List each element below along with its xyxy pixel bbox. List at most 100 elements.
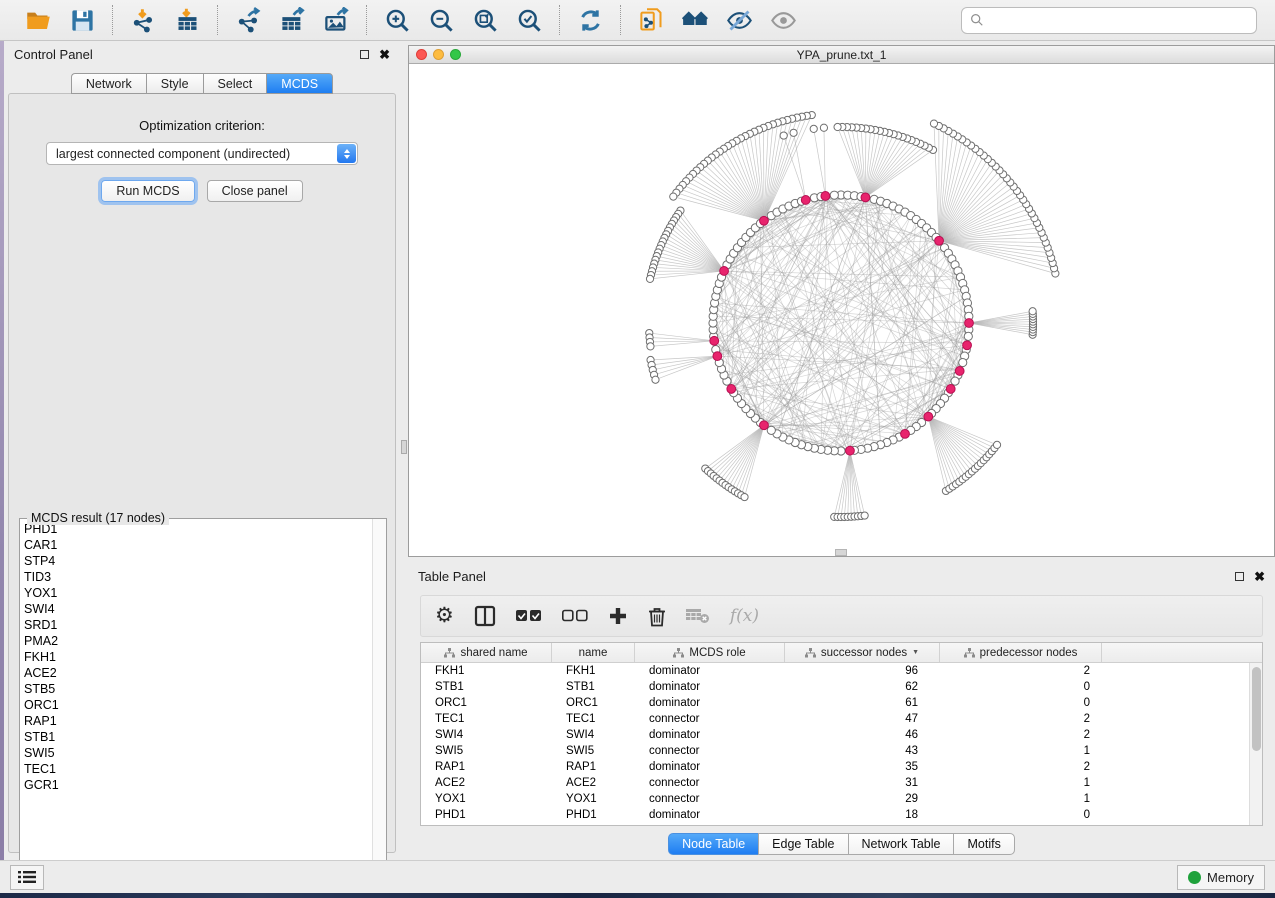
mcds-result-item[interactable]: RAP1 (24, 713, 372, 729)
clone-network-button[interactable] (631, 3, 671, 37)
tab-node-table[interactable]: Node Table (668, 833, 758, 855)
table-cell: SWI5 (552, 745, 635, 757)
close-table-panel-icon[interactable]: ✖ (1254, 572, 1265, 581)
table-row[interactable]: ACE2ACE2connector311 (421, 775, 1249, 791)
columns-icon[interactable] (474, 601, 496, 631)
table-row[interactable]: FKH1FKH1dominator962 (421, 663, 1249, 679)
first-neighbors-button[interactable] (675, 3, 715, 37)
table-cell: PHD1 (552, 809, 635, 821)
tab-select[interactable]: Select (203, 73, 267, 94)
table-row[interactable]: SWI5SWI5connector431 (421, 743, 1249, 759)
toolbar-separator (217, 5, 218, 35)
mcds-result-item[interactable]: TID3 (24, 569, 372, 585)
vertical-splitter[interactable] (400, 41, 408, 860)
save-button[interactable] (62, 3, 102, 37)
export-table-button[interactable] (272, 3, 312, 37)
float-panel-icon[interactable] (360, 50, 369, 59)
table-cell: RAP1 (421, 761, 552, 773)
tab-style[interactable]: Style (146, 73, 203, 94)
criterion-dropdown[interactable]: largest connected component (undirected) (46, 142, 358, 165)
import-table-button[interactable] (167, 3, 207, 37)
show-all-button[interactable] (763, 3, 803, 37)
table-cell: RAP1 (552, 761, 635, 773)
mcds-result-item[interactable]: CAR1 (24, 537, 372, 553)
memory-status-icon (1188, 871, 1201, 884)
deselect-all-icon[interactable] (562, 601, 588, 631)
table-scrollbar[interactable] (1249, 663, 1262, 825)
mcds-result-list[interactable]: PHD1CAR1STP4TID3YOX1SWI4SRD1PMA2FKH1ACE2… (20, 519, 372, 879)
search-input[interactable] (961, 7, 1257, 34)
table-cell: FKH1 (421, 665, 552, 677)
close-panel-button[interactable]: Close panel (207, 180, 303, 202)
table-scrollbar-thumb[interactable] (1252, 667, 1261, 751)
column-header-successor-nodes[interactable]: successor nodes▼ (785, 643, 940, 662)
splitter-handle[interactable] (401, 440, 407, 454)
table-cell: 35 (785, 761, 940, 773)
import-network-button[interactable] (123, 3, 163, 37)
mcds-result-item[interactable]: SWI5 (24, 745, 372, 761)
tab-edge-table[interactable]: Edge Table (758, 833, 847, 855)
mcds-result-item[interactable]: STP4 (24, 553, 372, 569)
mcds-result-item[interactable]: FKH1 (24, 649, 372, 665)
memory-button[interactable]: Memory (1177, 865, 1265, 890)
tab-network[interactable]: Network (71, 73, 146, 94)
table-cell: 0 (940, 809, 1102, 821)
table-row[interactable]: YOX1YOX1connector291 (421, 791, 1249, 807)
horizontal-splitter-handle[interactable] (835, 549, 847, 556)
zoom-in-button[interactable] (377, 3, 417, 37)
table-row[interactable]: RAP1RAP1dominator352 (421, 759, 1249, 775)
control-panel: Control Panel ✖ NetworkStyleSelectMCDS O… (4, 41, 400, 860)
column-header-name[interactable]: name (552, 643, 635, 662)
apply-layout-icon (577, 7, 604, 34)
add-icon[interactable] (608, 601, 628, 631)
export-image-button[interactable] (316, 3, 356, 37)
mcds-result-item[interactable]: ACE2 (24, 665, 372, 681)
zoom-fit-button[interactable] (465, 3, 505, 37)
table-cell: TEC1 (421, 713, 552, 725)
mcds-result-item[interactable]: PMA2 (24, 633, 372, 649)
mcds-result-item[interactable]: ORC1 (24, 697, 372, 713)
export-network-button[interactable] (228, 3, 268, 37)
mcds-result-item[interactable]: STB5 (24, 681, 372, 697)
table-cell: SWI4 (552, 729, 635, 741)
table-cell: connector (635, 745, 785, 757)
settings-icon[interactable]: ⚙ (435, 601, 454, 631)
tab-mcds[interactable]: MCDS (266, 73, 333, 94)
close-panel-icon[interactable]: ✖ (379, 50, 390, 59)
mcds-result-item[interactable]: TEC1 (24, 761, 372, 777)
mcds-result-item[interactable]: SWI4 (24, 601, 372, 617)
mcds-result-item[interactable]: GCR1 (24, 777, 372, 793)
zoom-out-button[interactable] (421, 3, 461, 37)
network-graph[interactable] (409, 64, 1274, 556)
search-field[interactable] (990, 13, 1248, 27)
table-row[interactable]: PHD1PHD1dominator180 (421, 807, 1249, 823)
mcds-result-item[interactable]: SRD1 (24, 617, 372, 633)
table-row[interactable]: TEC1TEC1connector472 (421, 711, 1249, 727)
network-window-titlebar[interactable]: YPA_prune.txt_1 (409, 46, 1274, 64)
float-table-panel-icon[interactable] (1235, 572, 1244, 581)
table-cell: 2 (940, 729, 1102, 741)
mcds-result-item[interactable]: YOX1 (24, 585, 372, 601)
show-all-icon (770, 7, 797, 34)
table-row[interactable]: SWI4SWI4dominator462 (421, 727, 1249, 743)
function-icon: f(x) (730, 601, 759, 631)
network-canvas[interactable] (409, 64, 1274, 556)
delete-icon[interactable] (648, 601, 666, 631)
table-row[interactable]: ORC1ORC1dominator610 (421, 695, 1249, 711)
column-header-MCDS-role[interactable]: MCDS role (635, 643, 785, 662)
select-all-icon[interactable] (516, 601, 542, 631)
column-header-predecessor-nodes[interactable]: predecessor nodes (940, 643, 1102, 662)
mcds-result-item[interactable]: STB1 (24, 729, 372, 745)
run-mcds-button[interactable]: Run MCDS (101, 180, 194, 202)
mcds-list-scrollbar[interactable] (372, 519, 386, 879)
task-history-button[interactable] (10, 865, 44, 890)
open-button[interactable] (18, 3, 58, 37)
table-row[interactable]: STB1STB1dominator620 (421, 679, 1249, 695)
column-header-shared-name[interactable]: shared name (421, 643, 552, 662)
destroy-table-icon (686, 601, 710, 631)
tab-network-table[interactable]: Network Table (848, 833, 954, 855)
tab-motifs[interactable]: Motifs (953, 833, 1014, 855)
hide-selected-button[interactable] (719, 3, 759, 37)
apply-layout-button[interactable] (570, 3, 610, 37)
zoom-selected-button[interactable] (509, 3, 549, 37)
